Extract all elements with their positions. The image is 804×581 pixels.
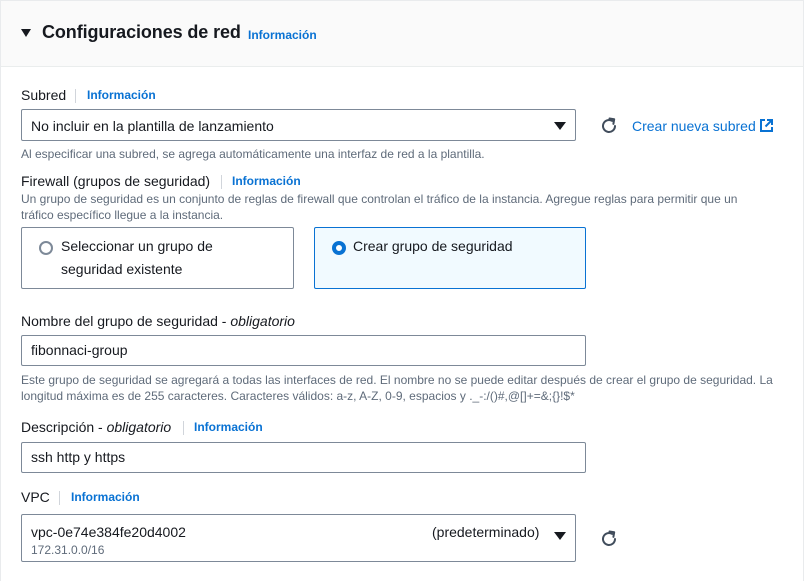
radio-button-selected[interactable] — [332, 241, 346, 255]
required-marker: obligatorio — [230, 313, 295, 329]
create-subnet-link[interactable]: Crear nueva subred — [632, 118, 756, 134]
separator — [221, 175, 222, 189]
description-label: Descripción - obligatorio — [21, 419, 171, 435]
refresh-icon[interactable] — [598, 115, 620, 137]
section-title: Configuraciones de red — [42, 22, 241, 42]
caret-down-icon — [554, 122, 566, 130]
firewall-help-line-2: tráfico específico llegue a la instancia… — [21, 208, 224, 222]
firewall-label: Firewall (grupos de seguridad) — [21, 173, 211, 189]
subnet-info-link[interactable]: Información — [87, 88, 156, 102]
vpc-info-link[interactable]: Información — [71, 490, 140, 504]
firewall-info-link[interactable]: Información — [232, 174, 301, 188]
description-label-text: Descripción - — [21, 419, 107, 435]
firewall-help-line-1: Un grupo de seguridad es un conjunto de … — [21, 192, 738, 206]
subnet-select[interactable]: No incluir en la plantilla de lanzamient… — [21, 109, 576, 141]
vpc-label: VPC — [21, 489, 50, 505]
sg-name-input[interactable]: fibonnaci-group — [21, 335, 586, 366]
external-link-icon[interactable] — [759, 118, 774, 133]
section-info-link[interactable]: Información — [248, 28, 317, 42]
radio-tile-create-group[interactable]: Crear grupo de seguridad — [314, 227, 586, 289]
subnet-label: Subred — [21, 87, 67, 103]
subnet-help-text: Al especificar una subred, se agrega aut… — [21, 147, 485, 161]
radio-tile-label-line-1: Seleccionar un grupo de — [61, 238, 213, 254]
section-header[interactable]: Configuraciones de red Información — [1, 1, 803, 67]
caret-down-icon[interactable] — [21, 29, 31, 37]
radio-tile-select-existing[interactable]: Seleccionar un grupo de seguridad existe… — [21, 227, 294, 289]
description-input[interactable]: ssh http y https — [21, 442, 586, 473]
description-info-link[interactable]: Información — [194, 420, 263, 434]
sg-name-label-text: Nombre del grupo de seguridad - — [21, 313, 231, 329]
subnet-select-value: No incluir en la plantilla de lanzamient… — [31, 118, 274, 134]
separator — [183, 421, 184, 435]
vpc-select-value: vpc-0e74e384fe20d4002 — [31, 524, 186, 540]
vpc-cidr: 172.31.0.0/16 — [31, 543, 105, 557]
sg-name-help-line-1: Este grupo de seguridad se agregará a to… — [21, 373, 773, 387]
separator — [75, 89, 76, 103]
network-settings-panel: Configuraciones de red Información Subre… — [0, 0, 804, 581]
refresh-icon[interactable] — [598, 528, 620, 550]
vpc-default-tag: (predeterminado) — [432, 524, 540, 540]
sg-name-label: Nombre del grupo de seguridad - obligato… — [21, 313, 295, 329]
separator — [59, 491, 60, 505]
radio-button[interactable] — [39, 241, 53, 255]
vpc-select[interactable]: vpc-0e74e384fe20d4002 (predeterminado) 1… — [21, 514, 576, 562]
radio-tile-label-line-2: seguridad existente — [61, 261, 183, 277]
caret-down-icon — [554, 532, 566, 540]
required-marker: obligatorio — [106, 419, 172, 435]
sg-name-help-line-2: longitud máxima es de 255 caracteres. Ca… — [21, 389, 575, 403]
radio-tile-label: Crear grupo de seguridad — [353, 238, 513, 254]
